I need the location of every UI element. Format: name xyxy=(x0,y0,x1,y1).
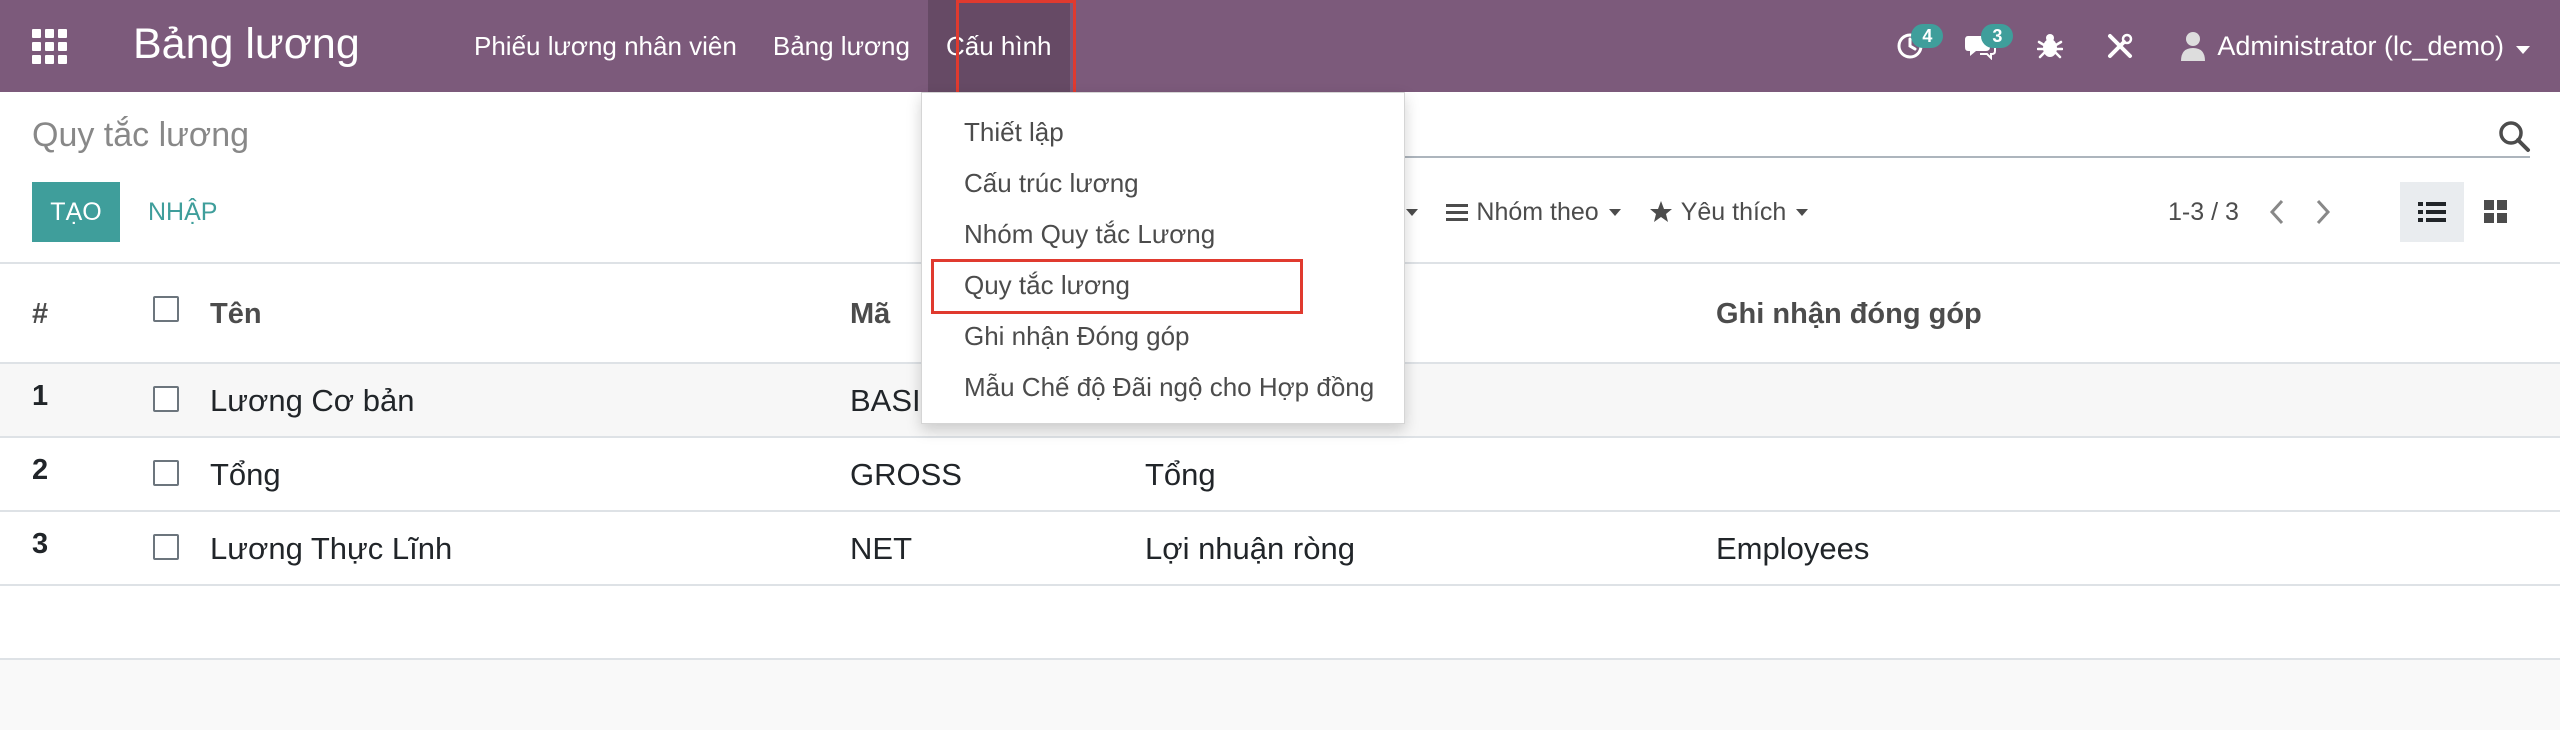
apps-menu-icon[interactable] xyxy=(32,29,68,65)
message-count-badge: 3 xyxy=(1981,24,2014,48)
search-options: ọc Nhóm theo Yêu thích xyxy=(1370,184,1836,240)
kanban-view-icon[interactable] xyxy=(2464,182,2528,242)
chevron-down-icon xyxy=(2516,31,2530,62)
bug-icon xyxy=(2037,34,2064,59)
user-name: Administrator (lc_demo) xyxy=(2217,30,2504,61)
column-code[interactable]: Mã xyxy=(850,264,890,364)
favorites-label: Yêu thích xyxy=(1680,197,1787,226)
dropdown-item-salary-rules[interactable]: Quy tắc lương xyxy=(922,260,1404,311)
user-menu[interactable]: Administrator (lc_demo) xyxy=(2155,0,2530,92)
row-sequence: 2 xyxy=(32,454,49,486)
column-contribution[interactable]: Ghi nhận đóng góp xyxy=(1716,264,1982,364)
activity-button[interactable]: 4 xyxy=(1875,0,1945,92)
menu-payslips[interactable]: Phiếu lương nhân viên xyxy=(456,0,755,92)
caret-down-icon xyxy=(1608,208,1621,216)
dropdown-item-rule-categories[interactable]: Nhóm Quy tắc Lương xyxy=(922,209,1404,260)
breadcrumb: Quy tắc lương xyxy=(32,116,250,154)
dropdown-item-contribution-registers[interactable]: Ghi nhận Đóng góp xyxy=(922,311,1404,362)
messaging-button[interactable]: 3 xyxy=(1945,0,2015,92)
row-category: Tổng xyxy=(1145,457,1216,492)
configuration-dropdown: Thiết lập Cấu trúc lương Nhóm Quy tắc Lư… xyxy=(921,92,1405,424)
top-navbar: Bảng lương Phiếu lương nhân viên Bảng lư… xyxy=(0,0,2560,92)
tools-button[interactable] xyxy=(2085,0,2155,92)
row-checkbox[interactable] xyxy=(153,534,179,560)
dropdown-item-salary-structures[interactable]: Cấu trúc lương xyxy=(922,158,1404,209)
row-name: Lương Cơ bản xyxy=(210,383,415,418)
debug-button[interactable] xyxy=(2015,0,2085,92)
row-contribution: Employees xyxy=(1716,531,1870,566)
dropdown-item-settings[interactable]: Thiết lập xyxy=(922,107,1404,158)
row-code: NET xyxy=(850,531,912,566)
systray: 4 3 Administrator (lc_demo) xyxy=(1875,0,2530,92)
user-avatar-icon xyxy=(2181,32,2206,61)
favorites-toggle[interactable]: Yêu thích xyxy=(1649,198,1809,227)
main-menu: Phiếu lương nhân viên Bảng lương Cấu hìn… xyxy=(456,0,1070,92)
row-category: Lợi nhuận ròng xyxy=(1145,531,1355,566)
row-sequence: 3 xyxy=(32,528,49,560)
pager-next-icon[interactable] xyxy=(2315,199,2331,225)
pager-value[interactable]: 1-3 / 3 xyxy=(2168,198,2239,227)
table-row[interactable]: 2 Tổng GROSS Tổng xyxy=(0,438,2560,512)
caret-down-icon xyxy=(1796,208,1809,216)
row-sequence: 1 xyxy=(32,380,49,412)
row-checkbox[interactable] xyxy=(153,460,179,486)
list-bars-icon xyxy=(1446,204,1469,221)
view-switcher xyxy=(2400,182,2528,242)
create-button[interactable]: TẠO xyxy=(32,182,120,242)
column-sequence[interactable]: # xyxy=(32,264,48,364)
dropdown-item-contract-advantage-templates[interactable]: Mẫu Chế độ Đãi ngộ cho Hợp đồng xyxy=(922,362,1404,413)
row-name: Lương Thực Lĩnh xyxy=(210,531,453,566)
row-name: Tổng xyxy=(210,457,281,492)
select-all-checkbox[interactable] xyxy=(153,296,179,322)
table-row[interactable]: 3 Lương Thực Lĩnh NET Lợi nhuận ròng Emp… xyxy=(0,512,2560,586)
app-title: Bảng lương xyxy=(133,20,360,68)
row-code: BASI xyxy=(850,383,921,418)
menu-configuration[interactable]: Cấu hình xyxy=(927,0,1070,92)
row-code: GROSS xyxy=(850,457,962,492)
import-button[interactable]: NHẬP xyxy=(136,182,229,242)
pager-previous-icon[interactable] xyxy=(2269,199,2285,225)
caret-down-icon xyxy=(1406,208,1419,216)
group-by-label: Nhóm theo xyxy=(1476,197,1599,226)
search-icon[interactable] xyxy=(2496,118,2536,158)
row-checkbox[interactable] xyxy=(153,386,179,412)
group-by-toggle[interactable]: Nhóm theo xyxy=(1446,197,1621,227)
tools-icon xyxy=(2108,33,2133,58)
star-icon xyxy=(1649,201,1672,222)
column-name[interactable]: Tên xyxy=(210,264,262,364)
activity-count-badge: 4 xyxy=(1911,24,1944,48)
search-input[interactable] xyxy=(1360,156,2530,158)
list-view-icon[interactable] xyxy=(2400,182,2464,242)
table-empty-row xyxy=(0,586,2560,660)
pager: 1-3 / 3 xyxy=(2168,184,2331,240)
menu-payroll[interactable]: Bảng lương xyxy=(755,0,928,92)
